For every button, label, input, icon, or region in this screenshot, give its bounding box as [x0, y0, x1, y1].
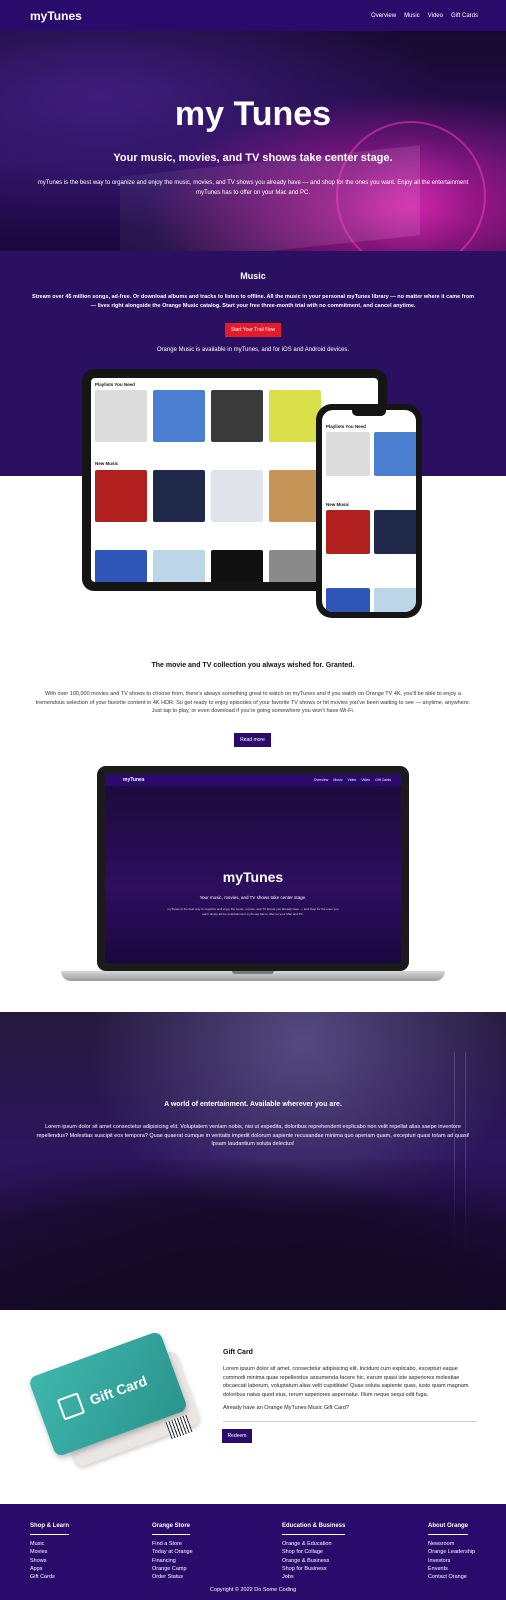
- laptop-screen: myTunes Overview Music Video Video Gift …: [105, 774, 401, 963]
- album-cover[interactable]: [95, 470, 147, 522]
- album-cover[interactable]: [153, 470, 205, 522]
- laptop-hero-subtitle: Your music, movies, and TV shows take ce…: [199, 895, 307, 900]
- phone-screen: Playlists You Need New Music: [322, 410, 416, 612]
- footer-link[interactable]: Orange & Education: [282, 1540, 345, 1548]
- gift-box-icon: [56, 1392, 86, 1421]
- nav-link-video[interactable]: Video: [428, 13, 443, 19]
- start-trial-button[interactable]: Start Your Trail Now: [225, 323, 281, 337]
- new-music-heading: New Music: [95, 461, 119, 466]
- album-cover[interactable]: [211, 550, 263, 582]
- footer-column-orange-store: Orange Store Find a Store Today at Orang…: [152, 1514, 193, 1581]
- music-availability: Orange Music is available in myTunes, an…: [156, 347, 350, 353]
- album-cover[interactable]: [153, 550, 205, 582]
- footer-link[interactable]: Gift Cards: [30, 1573, 69, 1581]
- nav-link-overview[interactable]: Overview: [371, 13, 396, 19]
- footer-column-shop-learn: Shop & Learn Music Movies Shows Apps Gif…: [30, 1514, 70, 1581]
- entertainment-section: A world of entertainment. Available wher…: [0, 1012, 506, 1310]
- phone-playlists-heading: Playlists You Need: [326, 424, 366, 429]
- redeem-button[interactable]: Redeem: [222, 1429, 252, 1443]
- laptop-nav-link: Overview: [313, 778, 329, 782]
- music-description: Stream over 45 million songs, ad-free. O…: [32, 294, 474, 309]
- album-cover[interactable]: [211, 390, 263, 442]
- laptop-brand: myTunes: [123, 777, 145, 783]
- nav-links: Overview Music Video Gift Cards: [371, 13, 478, 19]
- footer-link[interactable]: Find a Store: [152, 1540, 193, 1548]
- album-cover[interactable]: [211, 470, 263, 522]
- album-cover[interactable]: [95, 550, 147, 582]
- gift-card-title: Gift Card: [223, 1349, 253, 1356]
- laptop-nav-link: Gift Cards: [375, 778, 391, 782]
- laptop-nav-links: Overview Music Video Video Gift Cards: [314, 778, 391, 782]
- phone-notch: [352, 410, 386, 416]
- footer-link[interactable]: Movies: [30, 1548, 69, 1556]
- footer-link[interactable]: Shop for Business: [282, 1565, 345, 1573]
- album-cover[interactable]: [269, 390, 321, 442]
- read-more-button[interactable]: Read more: [234, 733, 271, 747]
- album-cover[interactable]: [269, 550, 321, 582]
- footer-link[interactable]: Today at Orange: [152, 1548, 193, 1556]
- entertainment-description: Lorem ipsum dolor sit amet consectetur a…: [36, 1124, 470, 1147]
- footer-link[interactable]: Financing: [152, 1557, 193, 1565]
- footer-link[interactable]: Contact Orange: [428, 1573, 475, 1581]
- footer-heading: About Orange: [428, 1523, 468, 1535]
- footer: Shop & Learn Music Movies Shows Apps Gif…: [0, 1504, 506, 1600]
- phone-mockup: Playlists You Need New Music: [316, 404, 422, 618]
- laptop-nav-link: Music: [333, 778, 343, 782]
- copyright: Copyright © 2022 Do Some Coding: [209, 1587, 297, 1593]
- laptop-hero-title: myTunes: [222, 869, 284, 885]
- footer-heading: Education & Business: [282, 1523, 346, 1535]
- footer-link[interactable]: Investors: [428, 1557, 475, 1565]
- entertainment-title: A world of entertainment. Available wher…: [164, 1101, 342, 1108]
- footer-link[interactable]: Orange Leadership: [428, 1548, 475, 1556]
- nav-link-gift-cards[interactable]: Gift Cards: [451, 13, 478, 19]
- album-cover[interactable]: [269, 470, 321, 522]
- footer-heading: Shop & Learn: [30, 1523, 70, 1535]
- hero-section: my Tunes Your music, movies, and TV show…: [0, 31, 506, 251]
- laptop-nav-link: Video: [347, 778, 357, 782]
- playlists-heading: Playlists You Need: [95, 382, 135, 387]
- laptop-navbar: myTunes Overview Music Video Video Gift …: [105, 774, 401, 786]
- footer-column-about-orange: About Orange Newsroom Orange Leadership …: [428, 1514, 475, 1581]
- album-cover[interactable]: [374, 588, 416, 612]
- movies-description: With over 100,000 movies and TV shows to…: [35, 691, 471, 714]
- album-cover[interactable]: [374, 432, 416, 476]
- album-cover[interactable]: [95, 390, 147, 442]
- footer-link[interactable]: Newsroom: [428, 1540, 475, 1548]
- footer-column-education-business: Education & Business Orange & Education …: [282, 1514, 346, 1581]
- laptop-nav-link: Video: [361, 778, 371, 782]
- footer-link[interactable]: Jobs: [282, 1573, 345, 1581]
- footer-heading: Orange Store: [152, 1523, 191, 1535]
- footer-link[interactable]: Shop for Collage: [282, 1548, 345, 1556]
- gift-card-label: Gift Card: [87, 1372, 150, 1408]
- top-navbar: myTunes Overview Music Video Gift Cards: [0, 0, 506, 31]
- album-cover[interactable]: [153, 390, 205, 442]
- movies-title: The movie and TV collection you always w…: [151, 662, 355, 669]
- divider: [223, 1421, 476, 1422]
- gift-card-description: Lorem ipsum dolor sit amet, consectetur …: [223, 1366, 469, 1398]
- laptop-hero-description: myTunes is the best way to organize and …: [167, 907, 339, 916]
- laptop-mockup: myTunes Overview Music Video Video Gift …: [97, 766, 409, 971]
- phone-new-music-heading: New Music: [326, 502, 350, 507]
- album-cover[interactable]: [326, 432, 370, 476]
- concert-crowd-image: [0, 1160, 506, 1310]
- brand-logo[interactable]: myTunes: [30, 9, 82, 23]
- footer-link[interactable]: Order Status: [152, 1573, 193, 1581]
- hero-subtitle: Your music, movies, and TV shows take ce…: [113, 152, 393, 164]
- gift-card-image: Gift Card: [27, 1330, 189, 1458]
- footer-link[interactable]: Apps: [30, 1565, 69, 1573]
- album-cover[interactable]: [326, 510, 370, 554]
- hero-title: my Tunes: [174, 95, 332, 133]
- footer-link[interactable]: Orange & Business: [282, 1557, 345, 1565]
- nav-link-music[interactable]: Music: [404, 13, 420, 19]
- music-title: Music: [240, 271, 266, 281]
- footer-link[interactable]: Envents: [428, 1565, 475, 1573]
- hero-description: myTunes is the best way to organize and …: [37, 180, 469, 196]
- album-cover[interactable]: [374, 510, 416, 554]
- footer-link[interactable]: Shows: [30, 1557, 69, 1565]
- album-cover[interactable]: [326, 588, 370, 612]
- footer-link[interactable]: Music: [30, 1540, 69, 1548]
- footer-link[interactable]: Orange Camp: [152, 1565, 193, 1573]
- laptop-notch: [232, 971, 274, 974]
- gift-card-question: Already have an Orange MyTunes Music Gif…: [223, 1405, 350, 1411]
